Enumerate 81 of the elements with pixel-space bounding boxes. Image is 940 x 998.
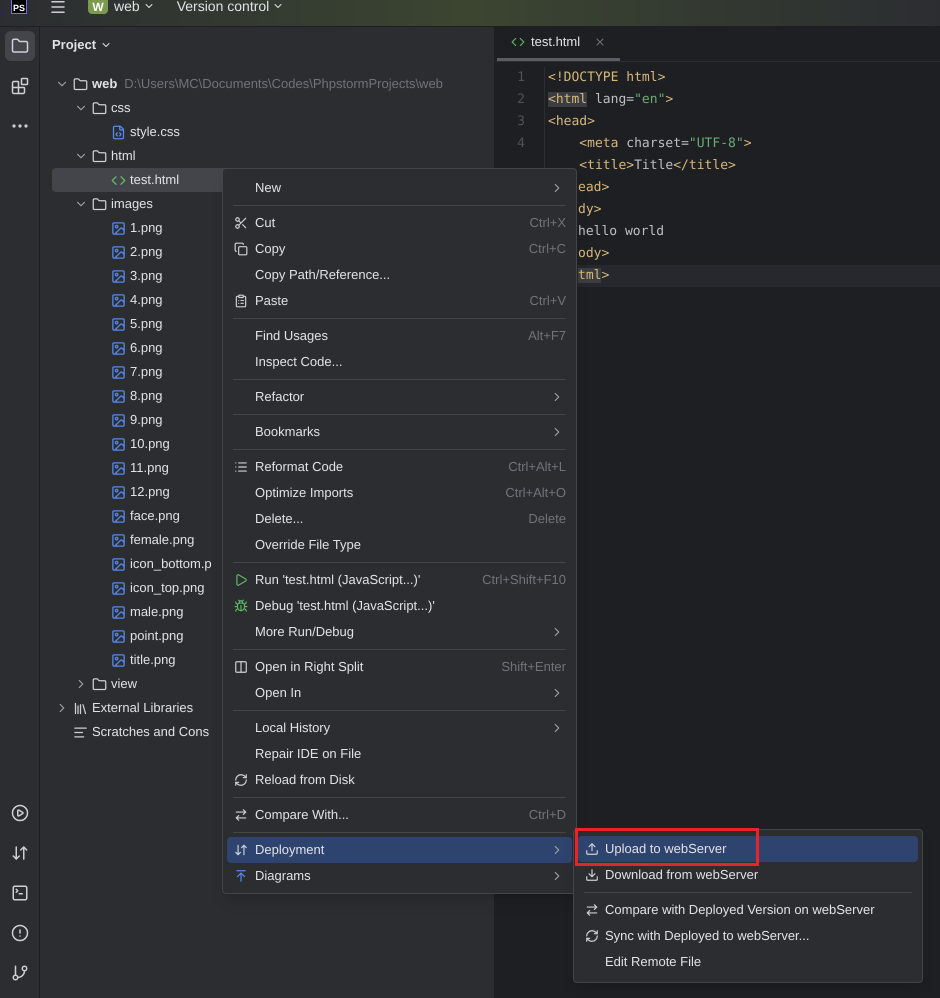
menu-item-label: Reload from Disk: [255, 771, 355, 790]
menu-item-label: Edit Remote File: [605, 953, 702, 972]
menu-item-label: Copy Path/Reference...: [255, 266, 390, 284]
menu-item-label: Find Usages: [255, 327, 328, 346]
shortcut-label: Ctrl+Shift+F10: [482, 571, 566, 590]
shortcut-label: Ctrl+Alt+O: [505, 484, 566, 502]
menu-item-label: New: [255, 179, 282, 198]
menu-item-label: Download from webServer: [605, 866, 758, 884]
menu-item-label: Override File Type: [255, 536, 361, 554]
menu-item-label: Refactor: [255, 388, 304, 406]
code-line: <title>Title</title>: [578, 157, 736, 176]
code-line: ody>: [578, 245, 610, 264]
code-line: hello world: [578, 223, 664, 242]
tree-item-label: 7.png: [130, 363, 163, 382]
menu-item-label: Optimize Imports: [255, 484, 354, 502]
menu-item-label: Paste: [255, 292, 288, 310]
shortcut-label: Ctrl+D: [528, 806, 566, 824]
menu-item-label: Repair IDE on File: [255, 745, 362, 764]
tree-item-label: 1.png: [130, 219, 163, 238]
menu-item-label: Compare With...: [255, 806, 349, 824]
tree-item-label: female.png: [130, 531, 194, 550]
menu-item-label: Compare with Deployed Version on webServer: [605, 901, 875, 920]
code-line: tml>: [578, 267, 610, 286]
menu-item-label: Run 'test.html (JavaScript...)': [255, 571, 420, 590]
tree-item-label: view: [111, 675, 138, 694]
tree-item-label: 8.png: [130, 387, 163, 406]
menu-item-label: Inspect Code...: [255, 353, 342, 372]
tree-item-label: point.png: [130, 627, 184, 646]
shortcut-label: Alt+F7: [528, 327, 566, 346]
tree-item-label: face.png: [130, 507, 180, 526]
tree-item-label: html: [111, 147, 136, 166]
menu-item-label: Open in Right Split: [255, 658, 364, 676]
tree-item-label: css: [111, 99, 130, 118]
tree-item-label: 11.png: [130, 459, 169, 478]
shortcut-label: Ctrl+X: [530, 214, 566, 232]
tree-item-label: Scratches and Cons: [92, 723, 210, 742]
shortcut-label: Ctrl+C: [528, 240, 566, 258]
code-line: dy>: [578, 201, 602, 220]
code-line: <head>: [548, 113, 595, 132]
tree-item-label: title.png: [130, 651, 176, 670]
app-logo: PS: [11, 0, 27, 14]
shortcut-label: Ctrl+Alt+L: [508, 458, 566, 476]
menu-item-label: Upload to webServer: [605, 840, 726, 858]
code-line: <meta charset="UTF-8">: [578, 135, 752, 154]
tree-item-label: test.html: [130, 171, 180, 190]
menu-item-label: Open In: [255, 684, 302, 702]
tree-item-label: 2.png: [130, 243, 163, 262]
menu-item-label: Sync with Deployed to webServer...: [605, 927, 810, 946]
menu-item-label: Local History: [255, 719, 330, 738]
tab-label: test.html: [531, 33, 580, 52]
tree-item-label: web: [92, 75, 118, 94]
tree-item-label: style.css: [130, 123, 180, 142]
menu-item-label: Copy: [255, 240, 286, 258]
tree-item-label: images: [111, 195, 153, 214]
shortcut-label: Delete: [528, 510, 566, 528]
tree-item-label: 3.png: [130, 267, 163, 286]
shortcut-label: Shift+Enter: [501, 658, 566, 676]
tree-item-label: 9.png: [130, 411, 163, 430]
menu-item-label: Debug 'test.html (JavaScript...)': [255, 597, 435, 616]
menu-item-label: Cut: [255, 214, 276, 232]
menu-item-label: Delete...: [255, 510, 304, 528]
code-line: ead>: [578, 179, 610, 198]
menu-item-label: Bookmarks: [255, 423, 320, 442]
tree-item-label: External Libraries: [92, 699, 194, 718]
project-badge: W: [88, 0, 108, 14]
tree-item-label: 10.png: [130, 435, 170, 454]
tree-item-label: icon_bottom.p: [130, 555, 212, 574]
menu-item-label: Deployment: [255, 841, 324, 860]
tree-item-label: 12.png: [130, 483, 170, 502]
menu-item-label: More Run/Debug: [255, 623, 354, 642]
menu-item-label: Diagrams: [255, 867, 311, 886]
tree-item-label: icon_top.png: [130, 579, 204, 598]
code-line: <!DOCTYPE html>: [548, 69, 666, 88]
tree-item-label: 5.png: [130, 315, 163, 334]
code-line: <html lang="en">: [548, 91, 674, 110]
menu-item-label: Reformat Code: [255, 458, 344, 476]
tree-item-label: 6.png: [130, 339, 163, 358]
tree-item-label: 4.png: [130, 291, 163, 310]
tree-item-label: male.png: [130, 603, 184, 622]
project-path: D:\Users\MC\Documents\Codes\PhpstormProjects\web: [124, 75, 443, 94]
shortcut-label: Ctrl+V: [530, 292, 566, 310]
